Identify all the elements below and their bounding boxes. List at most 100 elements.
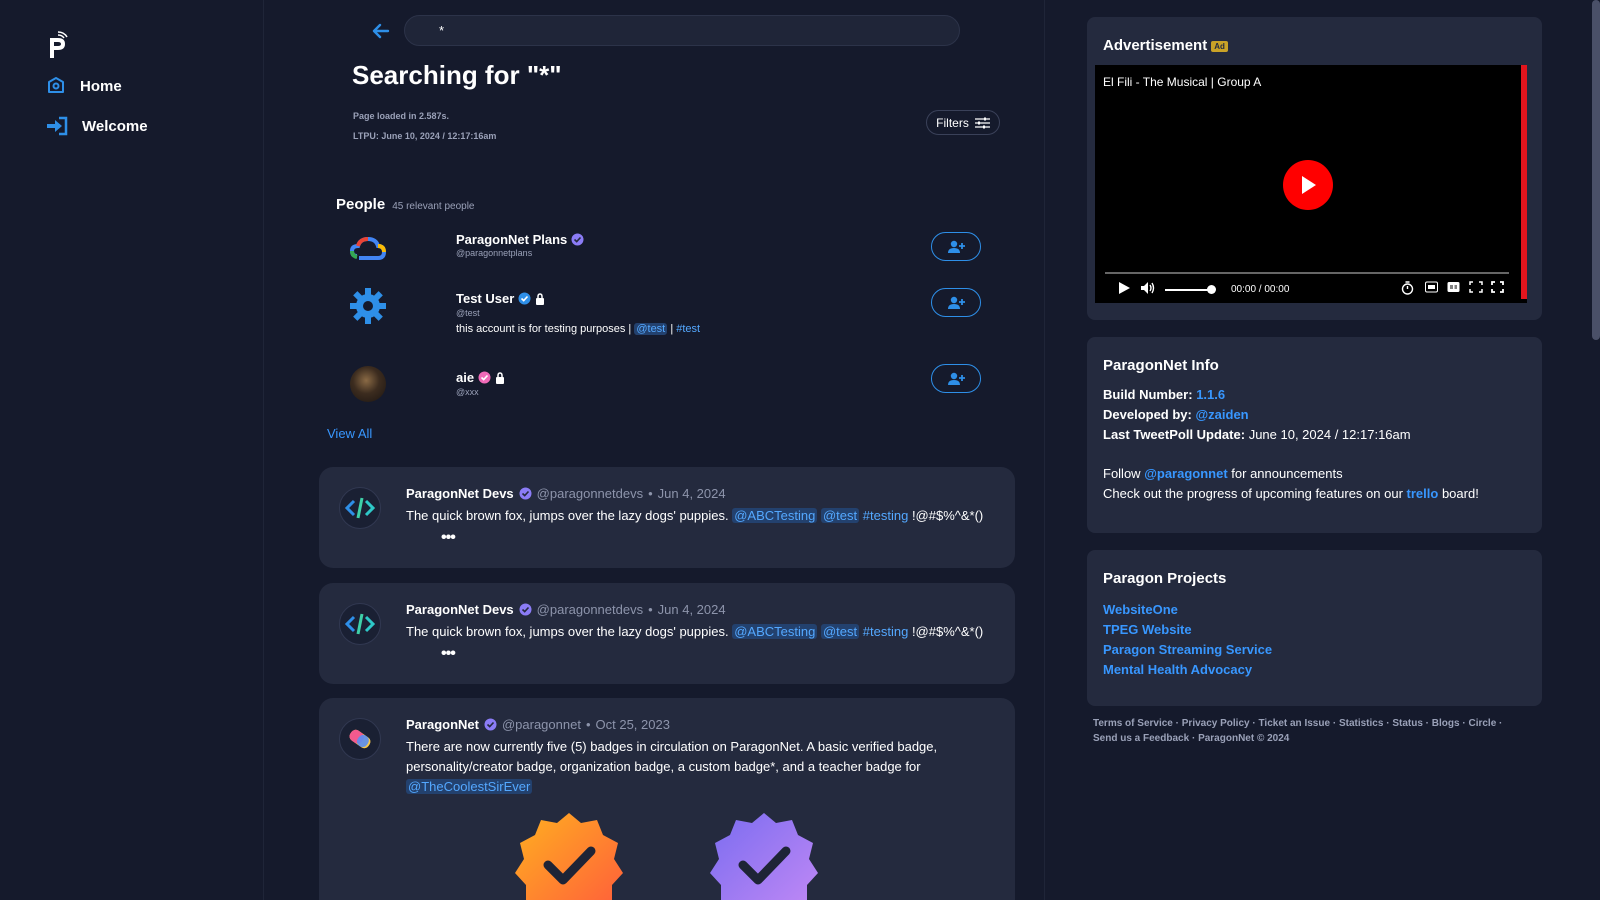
footer-link-privacy[interactable]: Privacy Policy bbox=[1182, 718, 1250, 729]
footer-link-status[interactable]: Status bbox=[1392, 718, 1423, 729]
developer-row: Developed by: @zaiden bbox=[1103, 407, 1249, 422]
paragonnet-logo-icon bbox=[349, 729, 371, 749]
volume-slider-handle[interactable] bbox=[1207, 285, 1216, 294]
post-separator: • bbox=[585, 717, 591, 732]
post-date: Oct 25, 2023 bbox=[595, 717, 670, 732]
post-author-handle[interactable]: @paragonnet bbox=[502, 717, 581, 732]
footer-link-ticket[interactable]: Ticket an Issue bbox=[1259, 718, 1331, 729]
post-author-name[interactable]: ParagonNet Devs bbox=[406, 602, 514, 617]
paragon-logo-icon[interactable] bbox=[46, 30, 68, 60]
follow-row: Follow @paragonnet for announcements bbox=[1103, 466, 1343, 481]
post-mention-link[interactable]: @TheCoolestSirEver bbox=[406, 779, 533, 794]
bio-hashtag-link[interactable]: #test bbox=[676, 323, 700, 335]
build-number-link[interactable]: 1.1.6 bbox=[1196, 387, 1225, 402]
post-mention-link[interactable]: @ABCTesting bbox=[732, 624, 818, 639]
post-header: ParagonNet Devs @paragonnetdevs • Jun 4,… bbox=[406, 602, 726, 617]
person-handle: @xxx bbox=[456, 387, 479, 397]
add-user-icon bbox=[948, 240, 965, 253]
video-title: El Fili - The Musical | Group A bbox=[1103, 75, 1262, 89]
post-author-handle[interactable]: @paragonnetdevs bbox=[537, 486, 643, 501]
footer-link-blogs[interactable]: Blogs bbox=[1432, 718, 1460, 729]
sidebar-item-home[interactable]: Home bbox=[46, 76, 122, 96]
post-author-handle[interactable]: @paragonnetdevs bbox=[537, 602, 643, 617]
follow-button[interactable] bbox=[931, 288, 981, 317]
post-mention-link[interactable]: @test bbox=[820, 624, 860, 639]
person-name[interactable]: Test User bbox=[456, 291, 514, 306]
fullscreen-icon[interactable] bbox=[1491, 281, 1504, 293]
back-arrow-icon[interactable] bbox=[372, 22, 390, 40]
more-options-icon[interactable]: ••• bbox=[441, 645, 456, 663]
person-bio: this account is for testing purposes | @… bbox=[456, 323, 700, 335]
lock-icon bbox=[496, 371, 505, 384]
footer-link-statistics[interactable]: Statistics bbox=[1339, 718, 1383, 729]
post-body: There are now currently five (5) badges … bbox=[406, 737, 966, 797]
timer-icon[interactable] bbox=[1401, 281, 1414, 295]
sidebar-item-label: Welcome bbox=[82, 117, 148, 135]
avatar[interactable] bbox=[339, 718, 381, 760]
video-edge-bar bbox=[1521, 65, 1527, 299]
developer-link[interactable]: @zaiden bbox=[1195, 407, 1248, 422]
project-link-websiteone[interactable]: WebsiteOne bbox=[1103, 602, 1178, 617]
more-options-icon[interactable]: ••• bbox=[441, 529, 456, 547]
sliders-icon bbox=[974, 117, 990, 128]
footer-link-feedback[interactable]: Send us a Feedback bbox=[1093, 733, 1189, 744]
search-input[interactable] bbox=[404, 15, 960, 46]
post-card[interactable]: ParagonNet @paragonnet • Oct 25, 2023 Th… bbox=[319, 698, 1015, 900]
advertisement-card: Advertisement Ad El Fili - The Musical | … bbox=[1087, 17, 1542, 320]
verified-badge-icon bbox=[518, 292, 531, 305]
volume-icon[interactable] bbox=[1140, 281, 1156, 295]
footer-link-terms[interactable]: Terms of Service bbox=[1093, 718, 1173, 729]
video-player[interactable]: El Fili - The Musical | Group A 00:00 / … bbox=[1095, 65, 1527, 303]
verified-badge-icon bbox=[515, 813, 623, 900]
avatar[interactable] bbox=[339, 487, 381, 529]
avatar[interactable] bbox=[339, 603, 381, 645]
post-author-name[interactable]: ParagonNet bbox=[406, 717, 479, 732]
verified-badge-icon bbox=[484, 718, 497, 731]
build-number-row: Build Number: 1.1.6 bbox=[1103, 387, 1225, 402]
people-count: 45 relevant people bbox=[392, 201, 475, 212]
paragonnet-link[interactable]: @paragonnet bbox=[1144, 466, 1227, 481]
footer-link-circle[interactable]: Circle bbox=[1468, 718, 1496, 729]
post-hashtag-link[interactable]: #testing bbox=[863, 624, 909, 639]
page-scrollbar[interactable] bbox=[1592, 0, 1600, 340]
sidebar-item-welcome[interactable]: Welcome bbox=[46, 116, 148, 136]
volume-slider-track[interactable] bbox=[1165, 289, 1211, 291]
post-text: There are now currently five (5) badges … bbox=[406, 739, 938, 774]
bio-mention-link[interactable]: @test bbox=[634, 323, 668, 335]
post-mention-link[interactable]: @test bbox=[820, 508, 860, 523]
post-card[interactable]: ParagonNet Devs @paragonnetdevs • Jun 4,… bbox=[319, 583, 1015, 684]
post-separator: • bbox=[648, 602, 653, 617]
video-progress-bar[interactable] bbox=[1105, 272, 1509, 274]
trello-link[interactable]: trello bbox=[1407, 486, 1439, 501]
person-name[interactable]: aie bbox=[456, 370, 474, 385]
follow-button[interactable] bbox=[931, 232, 981, 261]
post-hashtag-link[interactable]: #testing bbox=[863, 508, 909, 523]
captions-icon[interactable] bbox=[1447, 281, 1460, 293]
project-link-mental-health[interactable]: Mental Health Advocacy bbox=[1103, 662, 1252, 677]
hd-quality-icon[interactable] bbox=[1425, 281, 1438, 293]
filters-button[interactable]: Filters bbox=[926, 110, 1000, 135]
person-name[interactable]: ParagonNet Plans bbox=[456, 232, 567, 247]
project-link-streaming[interactable]: Paragon Streaming Service bbox=[1103, 642, 1272, 657]
info-heading: ParagonNet Info bbox=[1103, 357, 1219, 374]
miniplayer-icon[interactable] bbox=[1469, 281, 1483, 293]
paragonnet-info-card: ParagonNet Info Build Number: 1.1.6 Deve… bbox=[1087, 337, 1542, 533]
verified-badge-icon bbox=[519, 603, 532, 616]
creator-badge-icon bbox=[710, 813, 818, 900]
post-separator: • bbox=[648, 486, 653, 501]
post-text-tail: !@#$%^&*() bbox=[911, 624, 984, 639]
footer-separator: · bbox=[1175, 718, 1179, 729]
post-author-name[interactable]: ParagonNet Devs bbox=[406, 486, 514, 501]
play-small-icon[interactable] bbox=[1117, 281, 1131, 295]
filters-label: Filters bbox=[936, 115, 969, 130]
project-link-tpeg[interactable]: TPEG Website bbox=[1103, 622, 1192, 637]
code-icon bbox=[345, 613, 375, 635]
post-card[interactable]: ParagonNet Devs @paragonnetdevs • Jun 4,… bbox=[319, 467, 1015, 568]
post-mention-link[interactable]: @ABCTesting bbox=[732, 508, 818, 523]
play-button[interactable] bbox=[1283, 160, 1333, 210]
follow-button[interactable] bbox=[931, 364, 981, 393]
view-all-link[interactable]: View All bbox=[327, 426, 372, 441]
person-name-row: aie bbox=[456, 370, 505, 385]
home-icon bbox=[48, 77, 64, 93]
add-user-icon bbox=[948, 372, 965, 385]
